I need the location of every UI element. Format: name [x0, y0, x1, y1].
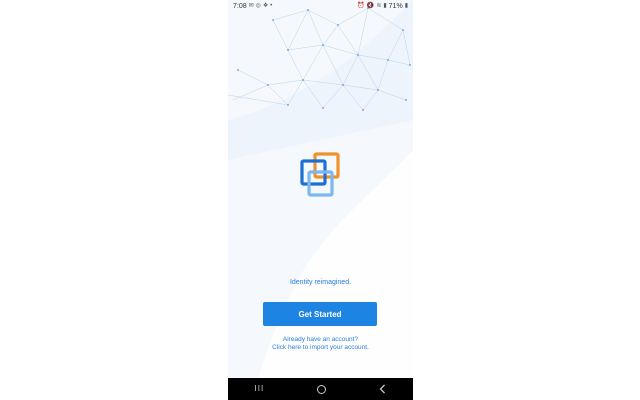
- paw-icon: ❖: [262, 3, 269, 9]
- app-logo: [300, 152, 340, 197]
- back-button[interactable]: [379, 384, 386, 394]
- wifi-icon: ≋: [376, 3, 382, 9]
- import-line-2: Click here to import your account.: [272, 344, 369, 351]
- get-started-button[interactable]: Get Started: [263, 302, 377, 326]
- alarm-icon: ⏰: [357, 3, 365, 9]
- system-nav-bar: III: [228, 378, 413, 400]
- recent-apps-button[interactable]: III: [255, 384, 265, 394]
- import-line-1: Already have an account?: [282, 336, 359, 343]
- status-left: 7:08 ✉ ◎ ❖ •: [233, 3, 272, 10]
- signal-icon: ▮: [383, 3, 387, 9]
- battery-percent: 71%: [388, 3, 403, 10]
- chevron-left-icon: [380, 384, 386, 394]
- mail-icon: ✉: [248, 3, 254, 9]
- phone-screen: 7:08 ✉ ◎ ❖ • ⏰ 🔇 ≋ ▮ 71% ▮ Identity reim…: [228, 0, 413, 400]
- import-account-link[interactable]: Already have an account? Click here to i…: [228, 336, 413, 352]
- home-button[interactable]: [317, 384, 327, 394]
- status-time: 7:08: [233, 3, 247, 10]
- mute-icon: 🔇: [366, 3, 375, 9]
- status-bar: 7:08 ✉ ◎ ❖ • ⏰ 🔇 ≋ ▮ 71% ▮: [228, 0, 413, 13]
- dot-icon: •: [270, 3, 273, 9]
- battery-icon: ▮: [404, 3, 408, 9]
- tagline: Identity reimagined.: [289, 279, 352, 286]
- instagram-icon: ◎: [255, 3, 261, 9]
- status-right: ⏰ 🔇 ≋ ▮ 71% ▮: [357, 3, 408, 10]
